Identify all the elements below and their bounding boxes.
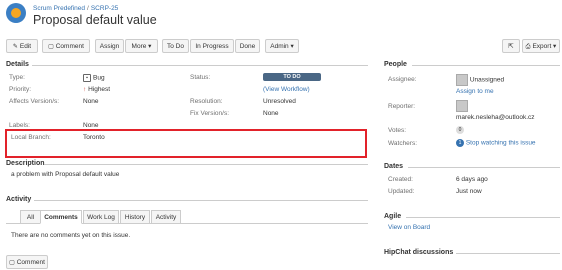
updated-value: Just now	[456, 188, 482, 195]
breadcrumb-project-link[interactable]: Scrum Predefined	[33, 5, 85, 12]
created-label: Created:	[388, 176, 413, 183]
affects-label: Affects Version/s:	[9, 98, 60, 105]
type-text: Bug	[93, 74, 105, 82]
footer-comment-button[interactable]: ▢ Comment	[6, 255, 48, 269]
hipchat-divider	[456, 253, 560, 254]
assignee-text: Unassigned	[469, 76, 505, 84]
tab-all[interactable]: All	[20, 210, 41, 224]
agile-heading: Agile	[384, 213, 402, 220]
footer-comment-label: Comment	[16, 259, 45, 266]
export-icon: ⎙	[525, 44, 531, 50]
updated-label: Updated:	[388, 188, 415, 195]
project-avatar[interactable]	[6, 3, 26, 23]
priority-value: ↑ Highest	[83, 86, 110, 93]
dates-divider	[408, 167, 560, 168]
reporter-value: marek.nesleha@outlook.cz	[456, 114, 535, 121]
local-branch-label: Local Branch:	[11, 134, 51, 141]
watchers-badge: 1	[456, 139, 464, 147]
view-on-board-link[interactable]: View on Board	[388, 224, 430, 231]
details-divider	[32, 65, 368, 66]
arrow-up-icon: ↑	[83, 86, 87, 93]
edit-label: Edit	[19, 43, 32, 50]
tab-history[interactable]: History	[120, 210, 150, 224]
resolution-value: Unresolved	[263, 98, 296, 105]
watchers-value[interactable]: 1 Stop watching this issue	[456, 139, 536, 147]
todo-button[interactable]: To Do	[162, 39, 189, 53]
comment-icon: ▢	[9, 260, 15, 266]
labels-label: Labels:	[9, 122, 30, 129]
stop-watching-link[interactable]: Stop watching this issue	[466, 140, 536, 147]
activity-divider	[34, 200, 368, 201]
type-value: ▪ Bug	[83, 74, 105, 82]
in-progress-button[interactable]: In Progress	[190, 39, 234, 53]
description-divider	[44, 164, 368, 165]
people-divider	[412, 65, 560, 66]
status-badge: TO DO	[263, 73, 321, 81]
tab-activity[interactable]: Activity	[151, 210, 181, 224]
share-icon: ⇱	[508, 43, 514, 50]
assignee-avatar	[456, 74, 468, 86]
fix-version-value: None	[263, 110, 279, 117]
reporter-label: Reporter:	[388, 103, 416, 110]
type-label: Type:	[9, 74, 25, 81]
share-button[interactable]: ⇱	[502, 39, 520, 53]
dates-heading: Dates	[384, 163, 404, 170]
assign-button[interactable]: Assign	[95, 39, 124, 53]
done-button[interactable]: Done	[235, 39, 260, 53]
affects-value: None	[83, 98, 99, 105]
labels-value: None	[83, 122, 99, 129]
breadcrumb-separator: /	[87, 5, 89, 12]
votes-badge: 0	[456, 126, 464, 134]
assignee-value: Unassigned	[456, 74, 504, 86]
priority-label: Priority:	[9, 86, 32, 93]
highlight-box	[5, 129, 367, 158]
edit-button[interactable]: ✎ Edit	[6, 39, 38, 53]
description-text: a problem with Proposal default value	[11, 171, 120, 178]
pencil-icon: ✎	[12, 44, 18, 50]
votes-count[interactable]: 0	[456, 126, 464, 134]
fix-version-label: Fix Version/s:	[190, 110, 230, 117]
more-button[interactable]: More ▾	[125, 39, 158, 53]
local-branch-value: Toronto	[83, 134, 105, 141]
people-heading: People	[384, 61, 407, 68]
view-workflow-link[interactable]: (View Workflow)	[263, 86, 310, 93]
priority-text: Highest	[88, 86, 111, 93]
tab-comments[interactable]: Comments	[40, 210, 82, 224]
votes-label: Votes:	[388, 127, 407, 134]
description-heading: Description	[6, 160, 45, 167]
comment-icon: ▢	[48, 44, 54, 50]
status-label: Status:	[190, 74, 211, 81]
details-heading: Details	[6, 61, 29, 68]
export-button[interactable]: ⎙ Export ▾	[522, 39, 560, 53]
reporter-avatar	[456, 100, 468, 112]
hipchat-heading: HipChat discussions	[384, 249, 454, 256]
bug-icon: ▪	[83, 74, 91, 82]
breadcrumb-issue-link[interactable]: SCRP-25	[91, 5, 118, 12]
export-label: Export ▾	[532, 43, 557, 50]
agile-divider	[406, 217, 560, 218]
comment-button[interactable]: ▢ Comment	[42, 39, 90, 53]
tab-work-log[interactable]: Work Log	[83, 210, 119, 224]
resolution-label: Resolution:	[190, 98, 223, 105]
admin-button[interactable]: Admin ▾	[265, 39, 299, 53]
page-title: Proposal default value	[33, 13, 157, 27]
breadcrumb: Scrum Predefined / SCRP-25	[33, 5, 118, 12]
activity-heading: Activity	[6, 196, 32, 203]
comment-label: Comment	[55, 43, 84, 50]
assignee-label: Assignee:	[388, 76, 417, 83]
watchers-label: Watchers:	[388, 140, 418, 147]
created-value: 6 days ago	[456, 176, 488, 183]
assign-to-me-link[interactable]: Assign to me	[456, 88, 494, 95]
no-comments-text: There are no comments yet on this issue.	[11, 232, 131, 239]
